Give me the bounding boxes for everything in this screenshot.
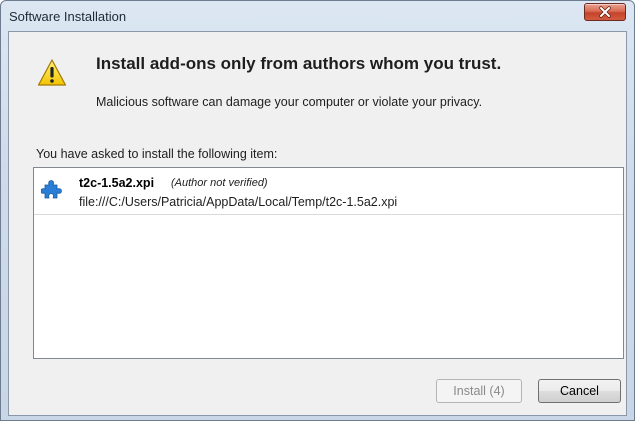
list-item[interactable]: t2c-1.5a2.xpi (Author not verified) file… bbox=[34, 168, 623, 215]
window-title: Software Installation bbox=[9, 9, 127, 24]
install-items-list[interactable]: t2c-1.5a2.xpi (Author not verified) file… bbox=[33, 167, 624, 359]
puzzle-piece-icon bbox=[41, 180, 62, 199]
software-installation-dialog: Software Installation Install add-ons on… bbox=[0, 0, 635, 421]
install-list-caption: You have asked to install the following … bbox=[36, 147, 278, 161]
warning-headline: Install add-ons only from authors whom y… bbox=[96, 54, 502, 73]
close-button[interactable] bbox=[584, 3, 626, 21]
warning-icon bbox=[37, 59, 67, 86]
dialog-content: Install add-ons only from authors whom y… bbox=[8, 31, 627, 416]
warning-description: Malicious software can damage your compu… bbox=[96, 95, 483, 109]
author-verification-note: (Author not verified) bbox=[171, 177, 268, 189]
addon-file-path: file:///C:/Users/Patricia/AppData/Local/… bbox=[79, 195, 398, 209]
addon-filename: t2c-1.5a2.xpi bbox=[79, 176, 155, 190]
install-button[interactable]: Install (4) bbox=[436, 379, 522, 403]
title-bar[interactable]: Software Installation bbox=[1, 1, 634, 31]
close-icon bbox=[599, 6, 611, 18]
cancel-button[interactable]: Cancel bbox=[538, 379, 621, 403]
